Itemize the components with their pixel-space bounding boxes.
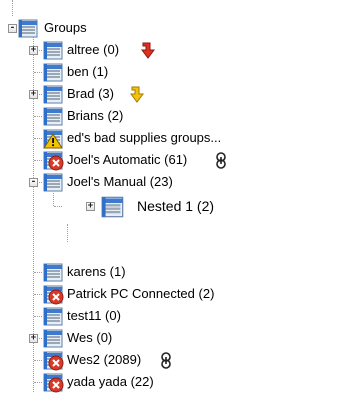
tree-node-test11[interactable]: test11 (0) [0, 305, 338, 327]
tree-connector [34, 382, 42, 383]
collapse-toggle[interactable]: - [29, 178, 38, 187]
group-error-icon [43, 373, 64, 393]
tree-node-nested-1[interactable]: + Nested 1 (2) [0, 193, 338, 219]
tree-connector [34, 138, 42, 139]
tree-node-label: Groups [44, 20, 87, 35]
tree-connector [34, 360, 42, 361]
tree-node-altree[interactable]: + altree (0) [0, 39, 338, 61]
group-folder-icon [18, 19, 38, 38]
tree-node-label: Wes2 (2089) [67, 352, 142, 367]
tree-connector [34, 272, 42, 273]
tree-connector [54, 206, 62, 207]
group-warning-icon [43, 129, 63, 149]
group-error-icon [43, 285, 64, 305]
tree-node-brad[interactable]: + Brad (3) [0, 83, 338, 105]
tree-node-groups[interactable]: - Groups [0, 17, 338, 39]
link-chain-icon [216, 152, 226, 169]
group-folder-icon [43, 63, 63, 82]
tree-node-patrick-pc-connected[interactable]: Patrick PC Connected (2) [0, 283, 338, 305]
tree-node-label: Wes (0) [67, 330, 113, 345]
tree-node-wes2[interactable]: Wes2 (2089) [0, 349, 338, 371]
yellow-down-arrow-icon [130, 86, 144, 103]
tree-node-wes[interactable]: + Wes (0) [0, 327, 338, 349]
group-folder-icon [43, 329, 63, 348]
group-folder-icon [43, 41, 63, 60]
tree-connector [34, 294, 42, 295]
group-folder-icon [43, 107, 63, 126]
group-folder-icon [101, 196, 124, 218]
tree-connector [67, 224, 68, 242]
group-folder-icon [43, 263, 63, 282]
tree-connector [34, 72, 42, 73]
tree-connector [34, 116, 42, 117]
collapse-toggle[interactable]: - [8, 24, 17, 33]
group-error-icon [43, 351, 64, 371]
tree-node-label: test11 (0) [67, 308, 121, 323]
groups-tree: - Groups + altree (0) ben (1) + Brad (3)… [0, 0, 338, 415]
tree-node-joels-automatic[interactable]: Joel's Automatic (61) [0, 149, 338, 171]
expand-toggle[interactable]: + [29, 334, 38, 343]
link-chain-icon [161, 352, 171, 369]
tree-connector [34, 160, 42, 161]
tree-node-label: altree (0) [67, 42, 120, 57]
tree-node-label: yada yada (22) [67, 374, 154, 389]
expand-toggle[interactable]: + [86, 202, 95, 211]
tree-node-label: ed's bad supplies groups... [67, 130, 222, 145]
tree-connector [34, 316, 42, 317]
tree-connector [12, 0, 13, 16]
group-folder-icon [43, 85, 63, 104]
tree-connector [53, 193, 54, 206]
tree-node-karens[interactable]: karens (1) [0, 261, 338, 283]
red-down-arrow-icon [141, 42, 155, 59]
group-error-icon [43, 151, 64, 171]
tree-node-joels-manual[interactable]: - Joel's Manual (23) [0, 171, 338, 193]
tree-node-yada-yada[interactable]: yada yada (22) [0, 371, 338, 393]
expand-toggle[interactable]: + [29, 90, 38, 99]
tree-node-label: Patrick PC Connected (2) [67, 286, 215, 301]
tree-node-label: Brians (2) [67, 108, 124, 123]
tree-node-label: karens (1) [67, 264, 126, 279]
tree-node-eds-bad-supplies[interactable]: ed's bad supplies groups... [0, 127, 338, 149]
tree-node-ben[interactable]: ben (1) [0, 61, 338, 83]
tree-node-label: Brad (3) [67, 86, 114, 101]
tree-node-label: Joel's Automatic (61) [67, 152, 188, 167]
group-folder-icon [43, 307, 63, 326]
tree-node-label: ben (1) [67, 64, 109, 79]
tree-node-label: Nested 1 (2) [137, 198, 215, 214]
tree-node-label: Joel's Manual (23) [67, 174, 173, 189]
tree-node-brians[interactable]: Brians (2) [0, 105, 338, 127]
expand-toggle[interactable]: + [29, 46, 38, 55]
group-folder-icon [43, 173, 63, 192]
